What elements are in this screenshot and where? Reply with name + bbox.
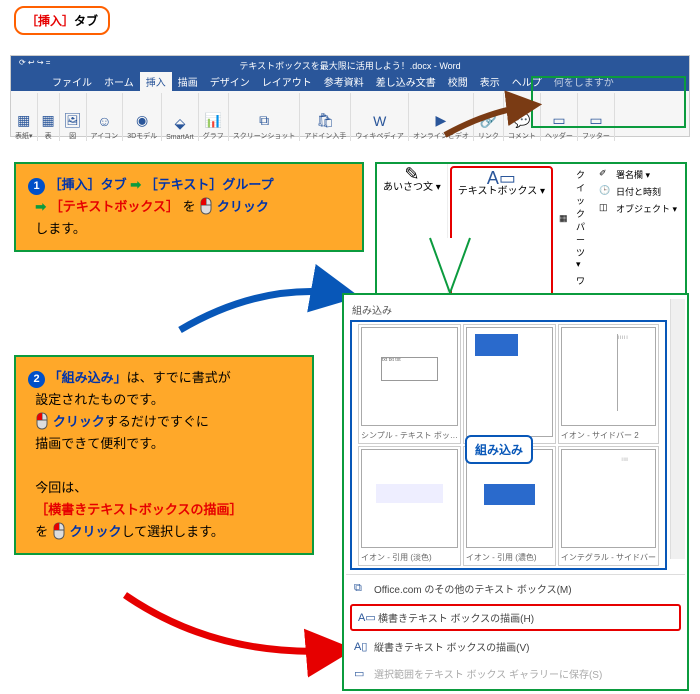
arrow-to-draw-option [120, 590, 350, 660]
mouse-icon [199, 197, 213, 215]
draw-vertical-textbox[interactable]: A▯縦書きテキスト ボックスの描画(V) [346, 633, 685, 660]
grp-smartart[interactable]: ⬙SmartArt [162, 93, 199, 141]
textbox-icon: A▭ [458, 172, 545, 184]
gallery-scrollbar[interactable] [670, 299, 685, 559]
gallery-thumb[interactable]: ||||||インテグラル - サイドバー [558, 446, 659, 566]
callout-step-1: 1 ［挿入］タブ ➡ ［テキスト］グループ ➡ ［テキストボックス］ を クリッ… [14, 162, 364, 252]
tab-mailings[interactable]: 差し込み文書 [370, 72, 442, 91]
office-icon: ⧉ [354, 582, 368, 595]
gallery-thumb[interactable] [463, 324, 556, 444]
tab-review[interactable]: 校閲 [442, 72, 474, 91]
draw-horizontal-textbox[interactable]: A▭横書きテキスト ボックスの描画(H) [350, 604, 681, 631]
arrow-to-gallery [175, 275, 355, 335]
arrow-to-textgroup [440, 100, 540, 140]
tab-draw[interactable]: 描画 [172, 72, 204, 91]
save-icon: ▭ [354, 667, 368, 680]
gallery-options: ⧉Office.com のその他のテキスト ボックス(M) A▭横書きテキスト … [346, 574, 685, 687]
textbox-gallery: 組み込み txt txt txtシンプル - テキスト ボッ… | | | | … [342, 293, 689, 691]
connector-triangle [430, 238, 470, 298]
builtin-label-float: 組み込み [465, 435, 533, 464]
grp-pic[interactable]: 🖼図 [60, 93, 87, 141]
step-1-badge: 1 [28, 178, 45, 195]
grp-screenshot[interactable]: ⧉スクリーンショット [229, 93, 301, 141]
step-2-badge: 2 [28, 371, 45, 388]
callout-step-2: 2 「組み込み」は、すでに書式が 設定されたものです。 クリックするだけですぐに… [14, 355, 314, 555]
gallery-header: 組み込み [346, 299, 685, 320]
tab-insert[interactable]: 挿入 [140, 72, 172, 91]
save-to-gallery: ▭選択範囲をテキスト ボックス ギャラリーに保存(S) [346, 660, 685, 687]
grp-icons[interactable]: ☺アイコン [87, 93, 124, 141]
grp-wiki[interactable]: Wウィキペディア [351, 93, 409, 141]
gallery-thumb[interactable]: イオン - 引用 (淡色) [358, 446, 461, 566]
gallery-thumb[interactable]: txt txt txtシンプル - テキスト ボッ… [358, 324, 461, 444]
tab-design[interactable]: デザイン [204, 72, 256, 91]
datetime-button[interactable]: 🕒日付と時刻 [595, 181, 685, 198]
tab-view[interactable]: 表示 [474, 72, 506, 91]
gallery-thumb[interactable]: | | | | |イオン - サイドバー 2 [558, 324, 659, 444]
mouse-icon [35, 412, 49, 430]
tab-references[interactable]: 参考資料 [318, 72, 370, 91]
caption-insert-tab: ［挿入］タブ [14, 6, 110, 35]
quick-access[interactable]: ⟳ ↩ ↪ = [19, 58, 50, 67]
text-group-outline-small [531, 76, 686, 128]
more-from-office[interactable]: ⧉Office.com のその他のテキスト ボックス(M) [346, 575, 685, 602]
grp-chart[interactable]: 📊グラフ [199, 93, 229, 141]
mouse-icon [52, 522, 66, 540]
aisatsu-icon: ✎ [383, 168, 441, 180]
textbox-h-icon: A▭ [358, 611, 372, 624]
grp-3d[interactable]: ◉3Dモデル [123, 93, 162, 141]
tab-home[interactable]: ホーム [98, 72, 140, 91]
grp-tables[interactable]: ▦表 [38, 93, 60, 141]
quickparts-button[interactable]: ▦クイック パーツ ▾ [555, 164, 595, 270]
tab-file[interactable]: ファイル [46, 72, 98, 91]
tab-layout[interactable]: レイアウト [256, 72, 318, 91]
gallery-thumb[interactable]: イオン - 引用 (濃色) [463, 446, 556, 566]
grp-pages[interactable]: ▦表紙▾ [11, 93, 38, 141]
signature-button[interactable]: ✐署名欄 ▾ [595, 164, 685, 181]
object-button[interactable]: ◫オブジェクト ▾ [595, 198, 685, 215]
textbox-v-icon: A▯ [354, 640, 368, 653]
grp-addins[interactable]: 🛍アドイン入手 [300, 93, 351, 141]
